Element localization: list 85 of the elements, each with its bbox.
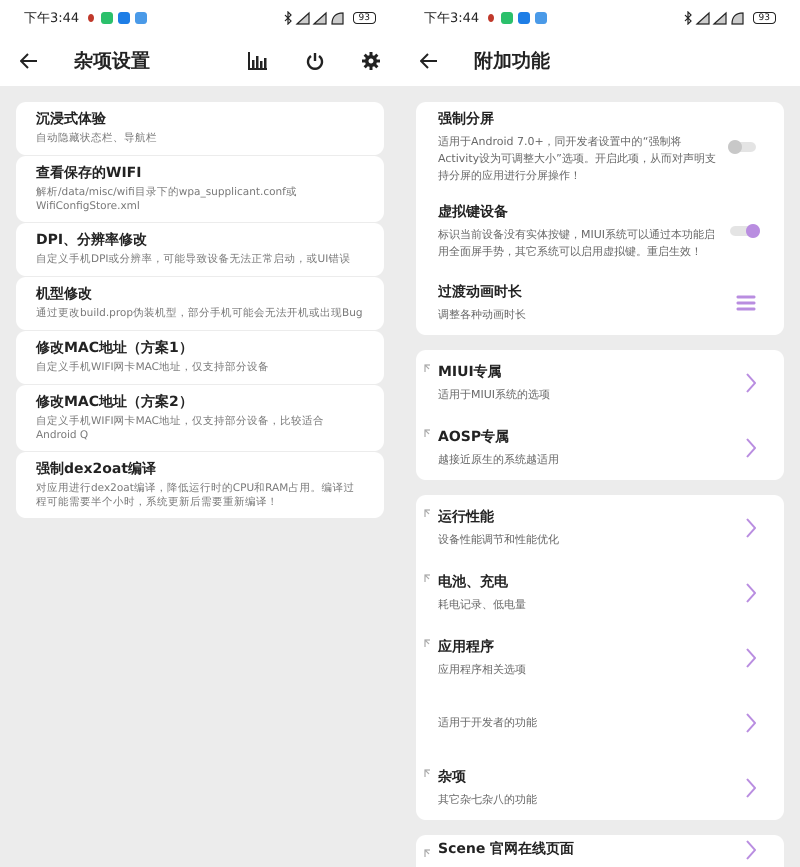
wifi-icon — [330, 12, 344, 25]
option-description: 应用程序相关选项 — [438, 662, 527, 678]
option-title: 过渡动画时长 — [438, 282, 523, 300]
corner-arrow-icon — [424, 509, 430, 517]
corner-arrow-icon — [424, 364, 430, 372]
option-title: 杂项 — [438, 768, 467, 786]
setting-card[interactable]: 修改MAC地址（方案1） 自定义手机WIFI网卡MAC地址，仅支持部分设备 — [16, 331, 384, 384]
setting-card[interactable]: 沉浸式体验 自动隐藏状态栏、导航栏 — [16, 102, 384, 155]
back-icon[interactable] — [420, 53, 438, 69]
option-description: 其它杂七杂八的功能 — [438, 792, 538, 808]
option-description: 标识当前设备没有实体按键，MIUI系统可以通过本功能启用全面屏手势，其它系统可以启用虚拟键。重启生效！ — [438, 226, 716, 260]
signal-icon — [695, 12, 710, 25]
option-description: 适用于MIUI系统的选项 — [438, 386, 552, 402]
bluetooth-icon — [284, 11, 292, 25]
notification-icon — [88, 14, 94, 22]
option-description: 适用于Android 7.0+，同开发者设置中的“强制将Activity设为可调整大小”选项。开启此项，从而对声明支持分屏的应用进行分屏操作！ — [438, 134, 716, 184]
setting-description: 自定义手机WIFI网卡MAC地址，仅支持部分设备 — [36, 360, 270, 374]
toggle-switch[interactable] — [730, 142, 756, 152]
battery-indicator: 93 — [352, 12, 376, 24]
chevron-right-icon[interactable] — [746, 518, 756, 538]
setting-title: 修改MAC地址（方案1） — [36, 339, 194, 357]
setting-card[interactable]: 强制dex2oat编译 对应用进行dex2oat编译，降低运行时的CPU和RAM占用。编译过程可能需要半个小时，系统更新后需要重新编译！ — [16, 452, 384, 518]
corner-arrow-icon — [424, 769, 430, 777]
page-title: 附加功能 — [474, 49, 550, 74]
app-notification-icon — [518, 12, 530, 24]
option-description: 越接近原生的系统越适用 — [438, 452, 560, 468]
setting-description: 解析/data/misc/wifi目录下的wpa_supplicant.conf或WifiConfigStore.xml — [36, 185, 298, 213]
setting-title: 查看保存的WIFI — [36, 164, 142, 182]
app-notification-icon — [118, 12, 130, 24]
option-title: 虚拟键设备 — [438, 202, 509, 220]
chevron-right-icon[interactable] — [746, 438, 756, 458]
setting-card[interactable]: 修改MAC地址（方案2） 自定义手机WIFI网卡MAC地址，仅支持部分设备，比较适合Android Q — [16, 385, 384, 451]
setting-card[interactable]: 机型修改 通过更改build.prop伪装机型，部分手机可能会无法开机或出现Bug — [16, 277, 384, 330]
option-description: 适用于开发者的功能 — [438, 715, 538, 731]
chevron-right-icon[interactable] — [746, 840, 756, 860]
setting-description: 通过更改build.prop伪装机型，部分手机可能会无法开机或出现Bug — [36, 306, 364, 320]
back-icon[interactable] — [20, 53, 38, 69]
app-notification-icon — [135, 12, 148, 24]
option-title: 电池、充电 — [438, 572, 509, 590]
setting-card[interactable]: 查看保存的WIFI 解析/data/misc/wifi目录下的wpa_supplicant.conf或WifiConfigStore.xml — [16, 156, 384, 222]
bar-chart-icon[interactable] — [248, 52, 268, 70]
option-title: 运行性能 — [438, 508, 495, 526]
corner-arrow-icon — [424, 429, 430, 437]
status-time: 下午3:44 — [424, 10, 480, 27]
menu-icon[interactable] — [736, 294, 756, 310]
corner-arrow-icon — [424, 574, 430, 582]
wifi-icon — [730, 12, 744, 25]
app-notification-icon — [101, 12, 114, 24]
setting-title: 机型修改 — [36, 285, 93, 303]
signal-icon — [295, 12, 310, 25]
page-title: 杂项设置 — [74, 49, 150, 74]
option-description: 耗电记录、低电量 — [438, 596, 527, 612]
chevron-right-icon[interactable] — [746, 582, 756, 602]
chevron-right-icon[interactable] — [746, 778, 756, 798]
app-notification-icon — [501, 12, 514, 24]
option-description: 调整各种动画时长 — [438, 306, 527, 322]
battery-indicator: 93 — [752, 12, 776, 24]
setting-description: 对应用进行dex2oat编译，降低运行时的CPU和RAM占用。编译过程可能需要半个小时，系统更新后需要重新编译！ — [36, 481, 356, 509]
setting-description: 自动隐藏状态栏、导航栏 — [36, 131, 158, 145]
bluetooth-icon — [684, 11, 692, 25]
option-description: 设备性能调节和性能优化 — [438, 532, 560, 548]
setting-card[interactable]: DPI、分辨率修改 自定义手机DPI或分辨率，可能导致设备无法正常启动，或UI错误 — [16, 223, 384, 276]
setting-title: 修改MAC地址（方案2） — [36, 393, 194, 411]
settings-icon[interactable] — [362, 52, 380, 70]
corner-arrow-icon — [424, 639, 430, 647]
setting-description: 自定义手机WIFI网卡MAC地址，仅支持部分设备，比较适合Android Q — [36, 414, 326, 442]
option-title: Scene 官网在线页面 — [438, 840, 576, 858]
option-title: 应用程序 — [438, 638, 495, 656]
setting-title: 沉浸式体验 — [36, 110, 107, 128]
corner-arrow-icon — [424, 849, 430, 857]
option-title: 强制分屏 — [438, 110, 495, 128]
chevron-right-icon[interactable] — [746, 712, 756, 732]
signal-icon — [712, 12, 726, 25]
app-notification-icon — [535, 12, 548, 24]
option-title: AOSP专属 — [438, 428, 510, 446]
notification-icon — [488, 14, 494, 22]
power-icon[interactable] — [306, 52, 324, 70]
option-title: MIUI专属 — [438, 362, 503, 380]
setting-description: 自定义手机DPI或分辨率，可能导致设备无法正常启动，或UI错误 — [36, 252, 352, 266]
chevron-right-icon[interactable] — [746, 372, 756, 392]
setting-title: 强制dex2oat编译 — [36, 460, 158, 478]
status-time: 下午3:44 — [24, 10, 80, 27]
signal-icon — [312, 12, 326, 25]
chevron-right-icon[interactable] — [746, 648, 756, 668]
setting-title: DPI、分辨率修改 — [36, 231, 148, 249]
